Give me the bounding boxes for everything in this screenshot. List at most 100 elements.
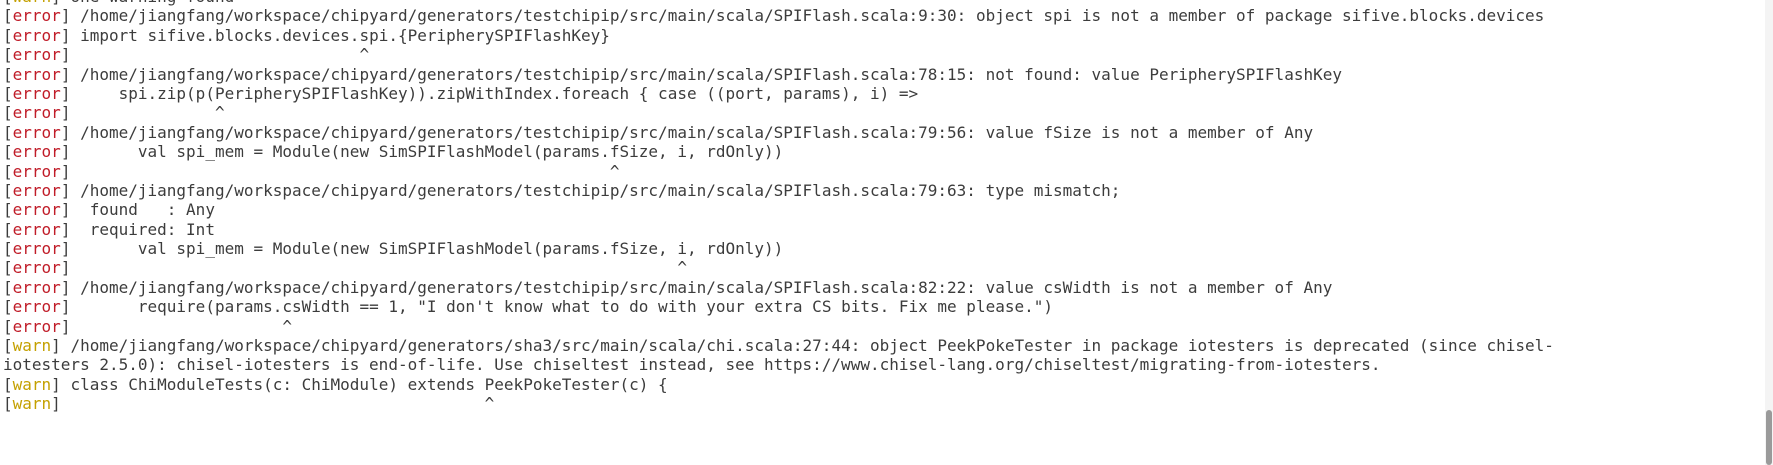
scrollbar-thumb[interactable] — [1766, 410, 1772, 465]
log-level-error: error — [12, 180, 61, 200]
log-bracket-close: ] — [60, 161, 71, 181]
log-bracket-close: ] — [51, 394, 61, 414]
log-bracket-close: ] — [60, 142, 71, 162]
log-message: /home/jiangfang/workspace/chipyard/gener… — [70, 277, 1333, 297]
log-bracket-close: ] — [60, 277, 71, 297]
log-bracket-close: ] — [60, 200, 71, 220]
terminal-line: [error] spi.zip(p(PeripherySPIFlashKey))… — [3, 84, 1763, 103]
log-bracket-close: ] — [60, 180, 71, 200]
terminal-line: [error] require(params.csWidth == 1, "I … — [3, 297, 1763, 316]
terminal-line: [warn] class ChiModuleTests(c: ChiModule… — [3, 375, 1763, 394]
log-message: val spi_mem = Module(new SimSPIFlashMode… — [70, 239, 784, 259]
log-message: class ChiModuleTests(c: ChiModule) exten… — [60, 374, 668, 394]
terminal-line: iotesters 2.5.0): chisel-iotesters is en… — [3, 355, 1763, 374]
log-bracket-close: ] — [60, 83, 71, 103]
log-message: require(params.csWidth == 1, "I don't kn… — [70, 297, 1053, 317]
log-bracket-open: [ — [3, 394, 13, 414]
log-bracket-close: ] — [60, 45, 71, 65]
log-level-error: error — [12, 25, 61, 45]
log-bracket-open: [ — [3, 142, 13, 162]
log-bracket-open: [ — [3, 277, 13, 297]
log-bracket-close: ] — [60, 64, 71, 84]
log-bracket-open: [ — [3, 83, 13, 103]
terminal-line: [error] /home/jiangfang/workspace/chipya… — [3, 65, 1763, 84]
log-bracket-open: [ — [3, 122, 13, 142]
log-bracket-close: ] — [60, 316, 71, 336]
log-level-error: error — [12, 64, 61, 84]
log-bracket-open: [ — [3, 103, 13, 123]
log-message: /home/jiangfang/workspace/chipyard/gener… — [70, 122, 1314, 142]
terminal-line: [error] ^ — [3, 45, 1763, 64]
log-bracket-open: [ — [3, 336, 13, 356]
terminal-line: [error] /home/jiangfang/workspace/chipya… — [3, 278, 1763, 297]
terminal-line: [warn] /home/jiangfang/workspace/chipyar… — [3, 336, 1763, 355]
terminal-line: [warn] ^ — [3, 394, 1763, 413]
terminal-line: [error] val spi_mem = Module(new SimSPIF… — [3, 142, 1763, 161]
log-bracket-open: [ — [3, 180, 13, 200]
log-level-error: error — [12, 161, 61, 181]
log-bracket-open: [ — [3, 316, 13, 336]
log-bracket-open: [ — [3, 219, 13, 239]
log-bracket-open: [ — [3, 64, 13, 84]
log-message: /home/jiangfang/workspace/chipyard/gener… — [70, 64, 1342, 84]
log-level-error: error — [12, 297, 61, 317]
log-message: /home/jiangfang/workspace/chipyard/gener… — [70, 6, 1545, 26]
log-level-error: error — [12, 122, 61, 142]
log-level-warn: warn — [13, 0, 52, 6]
log-level-error: error — [12, 83, 61, 103]
log-level-error: error — [12, 258, 61, 278]
log-message: required: Int — [70, 219, 215, 239]
terminal-output[interactable]: [warn] one warning found[error] /home/ji… — [3, 0, 1763, 414]
terminal-line: [error] /home/jiangfang/workspace/chipya… — [3, 181, 1763, 200]
log-bracket-open: [ — [3, 6, 13, 26]
log-message: found : Any — [70, 200, 215, 220]
log-bracket-close: ] — [60, 297, 71, 317]
log-bracket-open: [ — [3, 25, 13, 45]
log-bracket-close: ] — [51, 336, 61, 356]
vertical-scrollbar[interactable] — [1765, 0, 1773, 465]
terminal-line: [error] ^ — [3, 317, 1763, 336]
terminal-line: [error] /home/jiangfang/workspace/chipya… — [3, 123, 1763, 142]
log-level-error: error — [12, 45, 61, 65]
log-bracket-open: [ — [3, 297, 13, 317]
log-bracket-close: ] — [60, 103, 71, 123]
log-bracket-open: [ — [3, 45, 13, 65]
log-bracket-close: ] — [60, 239, 71, 259]
log-level-warn: warn — [12, 394, 52, 414]
log-message: one warning found — [61, 0, 234, 6]
log-level-error: error — [12, 103, 61, 123]
log-level-error: error — [12, 200, 61, 220]
log-bracket-close: ] — [60, 6, 71, 26]
log-level-error: error — [12, 142, 61, 162]
log-level-error: error — [12, 219, 61, 239]
terminal-line: [error] ^ — [3, 258, 1763, 277]
log-bracket-close: ] — [60, 219, 71, 239]
log-level-error: error — [12, 6, 61, 26]
log-bracket-close: ] — [60, 258, 71, 278]
log-bracket-open: [ — [3, 258, 13, 278]
log-message: ^ — [60, 394, 495, 414]
log-level-warn: warn — [12, 336, 52, 356]
log-bracket-close: ] — [51, 374, 61, 394]
log-message: ^ — [70, 45, 370, 65]
terminal-line: [error] found : Any — [3, 200, 1763, 219]
log-bracket-close: ] — [60, 122, 71, 142]
terminal-line: [error] val spi_mem = Module(new SimSPIF… — [3, 239, 1763, 258]
log-message: ^ — [70, 258, 687, 278]
log-message: ^ — [70, 161, 620, 181]
log-message: val spi_mem = Module(new SimSPIFlashMode… — [70, 142, 784, 162]
log-bracket-open: [ — [3, 374, 13, 394]
log-message: spi.zip(p(PeripherySPIFlashKey)).zipWith… — [70, 83, 919, 103]
terminal-line: [error] /home/jiangfang/workspace/chipya… — [3, 6, 1763, 25]
log-message: ^ — [70, 316, 293, 336]
log-message: /home/jiangfang/workspace/chipyard/gener… — [70, 180, 1121, 200]
log-bracket-open: [ — [3, 239, 13, 259]
terminal-line: [error] ^ — [3, 103, 1763, 122]
terminal-line: [error] ^ — [3, 162, 1763, 181]
terminal-line: [error] required: Int — [3, 220, 1763, 239]
terminal-line: [error] import sifive.blocks.devices.spi… — [3, 26, 1763, 45]
log-level-error: error — [12, 316, 61, 336]
log-bracket-open: [ — [3, 0, 13, 6]
log-message: ^ — [70, 103, 225, 123]
log-message: iotesters 2.5.0): chisel-iotesters is en… — [3, 355, 1381, 375]
